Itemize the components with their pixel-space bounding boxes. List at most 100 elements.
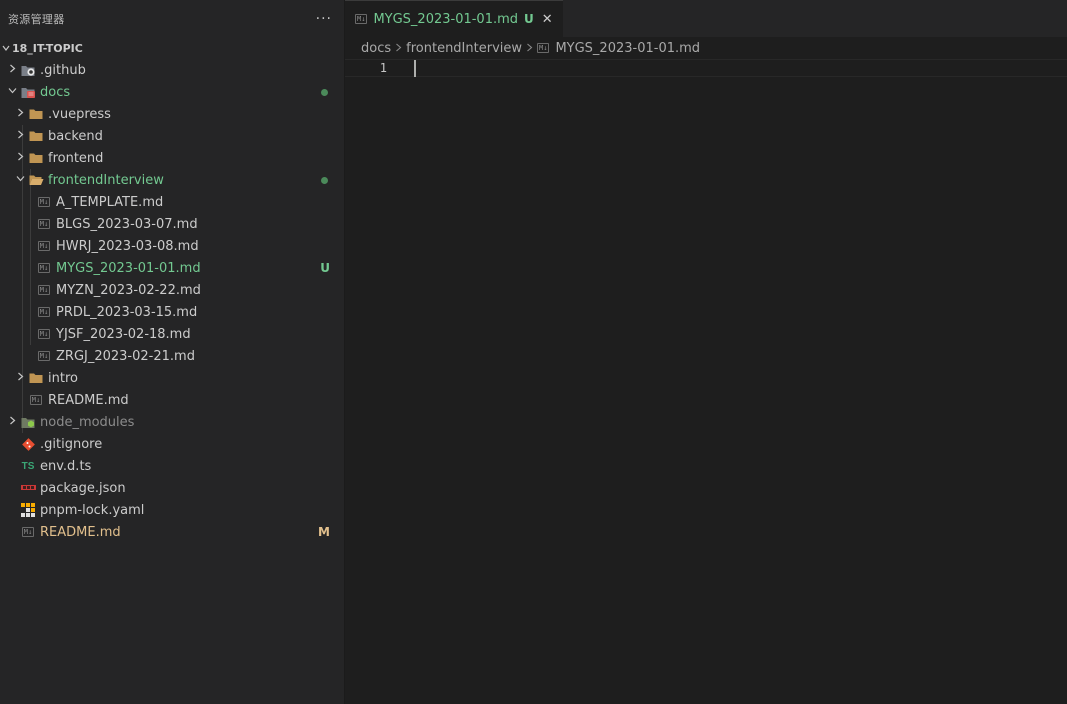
item-label: .vuepress: [48, 106, 111, 122]
git-icon: [20, 436, 36, 452]
node-folder-icon: [20, 414, 36, 430]
folder-icon: [28, 106, 44, 122]
item-label: .gitignore: [40, 436, 103, 452]
markdown-icon: M↓: [37, 307, 51, 317]
file-item[interactable]: M↓ BLGS_2023-03-07.md: [0, 213, 344, 235]
chevron-right-icon: [12, 152, 28, 164]
typescript-icon: TS: [21, 460, 35, 472]
git-status-badge: M: [318, 525, 330, 539]
markdown-icon: M↓: [37, 329, 51, 339]
item-label: ZRGJ_2023-02-21.md: [56, 348, 195, 364]
explorer-sidebar: 资源管理器 ··· 18_IT-TOPIC .github docs .vuepre…: [0, 0, 345, 704]
line-number: 1: [379, 61, 387, 75]
file-item[interactable]: M↓ ZRGJ_2023-02-21.md: [0, 345, 344, 367]
chevron-right-icon: [4, 416, 20, 428]
tab-bar: M↓ MYGS_2023-01-01.md U ✕: [345, 0, 1067, 37]
item-label: A_TEMPLATE.md: [56, 194, 164, 210]
file-item[interactable]: package.json: [0, 477, 344, 499]
folder-item[interactable]: node_modules: [0, 411, 344, 433]
markdown-icon: M↓: [21, 527, 35, 537]
item-label: backend: [48, 128, 103, 144]
file-item[interactable]: M↓ MYGS_2023-01-01.md U: [0, 257, 344, 279]
markdown-icon: M↓: [37, 285, 51, 295]
item-label: README.md: [48, 392, 129, 408]
chevron-down-icon: [4, 86, 20, 98]
chevron-right-icon: [395, 42, 402, 55]
file-item[interactable]: M↓ YJSF_2023-02-18.md: [0, 323, 344, 345]
editor-area: M↓ MYGS_2023-01-01.md U ✕ docs frontendI…: [345, 0, 1067, 704]
item-label: frontend: [48, 150, 104, 166]
item-label: HWRJ_2023-03-08.md: [56, 238, 199, 254]
folder-item[interactable]: backend: [0, 125, 344, 147]
git-status-badge: U: [320, 261, 330, 275]
markdown-icon: M↓: [355, 14, 368, 24]
file-item[interactable]: M↓ A_TEMPLATE.md: [0, 191, 344, 213]
item-label: intro: [48, 370, 78, 386]
docs-folder-icon: [20, 84, 36, 100]
chevron-down-icon: [2, 42, 12, 55]
file-item[interactable]: M↓ README.md M: [0, 521, 344, 543]
github-folder-icon: [20, 62, 36, 78]
file-item[interactable]: TS env.d.ts: [0, 455, 344, 477]
chevron-right-icon: [4, 64, 20, 76]
breadcrumb-docs[interactable]: docs: [361, 41, 391, 56]
chevron-right-icon: [12, 372, 28, 384]
folder-item[interactable]: frontendInterview: [0, 169, 344, 191]
item-label: YJSF_2023-02-18.md: [56, 326, 191, 342]
item-label: package.json: [40, 480, 126, 496]
tab-label: MYGS_2023-01-01.md: [373, 11, 519, 27]
markdown-icon: M↓: [37, 197, 51, 207]
item-label: MYZN_2023-02-22.md: [56, 282, 201, 298]
item-label: MYGS_2023-01-01.md: [56, 260, 201, 276]
markdown-icon: M↓: [537, 43, 550, 53]
file-item[interactable]: .gitignore: [0, 433, 344, 455]
item-label: BLGS_2023-03-07.md: [56, 216, 198, 232]
markdown-icon: M↓: [29, 395, 43, 405]
code-editor[interactable]: 1: [345, 59, 1067, 659]
current-line[interactable]: 1: [345, 59, 1067, 77]
explorer-title: 资源管理器: [8, 12, 65, 26]
item-label: README.md: [40, 524, 121, 540]
markdown-icon: M↓: [37, 241, 51, 251]
workspace-root[interactable]: 18_IT-TOPIC: [0, 37, 344, 59]
markdown-icon: M↓: [37, 219, 51, 229]
markdown-icon: M↓: [37, 263, 51, 273]
workspace-root-label: 18_IT-TOPIC: [12, 41, 83, 55]
item-label: frontendInterview: [48, 172, 164, 188]
folder-item[interactable]: .github: [0, 59, 344, 81]
folder-item[interactable]: docs: [0, 81, 344, 103]
file-item[interactable]: M↓ PRDL_2023-03-15.md: [0, 301, 344, 323]
text-cursor: [414, 60, 416, 77]
chevron-right-icon: [526, 42, 533, 55]
modified-dot: [321, 88, 328, 96]
folder-icon: [28, 370, 44, 386]
chevron-right-icon: [12, 130, 28, 142]
file-item[interactable]: pnpm-lock.yaml: [0, 499, 344, 521]
close-icon[interactable]: ✕: [542, 12, 553, 27]
folder-item[interactable]: intro: [0, 367, 344, 389]
folder-icon: [28, 150, 44, 166]
file-item[interactable]: M↓ HWRJ_2023-03-08.md: [0, 235, 344, 257]
tab-mygs-md[interactable]: M↓ MYGS_2023-01-01.md U ✕: [345, 0, 563, 37]
folder-item[interactable]: .vuepress: [0, 103, 344, 125]
item-label: .github: [40, 62, 86, 78]
file-item[interactable]: M↓ MYZN_2023-02-22.md: [0, 279, 344, 301]
breadcrumb-file[interactable]: MYGS_2023-01-01.md: [555, 41, 700, 56]
item-label: docs: [40, 84, 71, 100]
item-label: PRDL_2023-03-15.md: [56, 304, 198, 320]
breadcrumb: docs frontendInterview M↓ MYGS_2023-01-0…: [345, 37, 1067, 59]
folder-item[interactable]: frontend: [0, 147, 344, 169]
npm-icon: [20, 480, 36, 496]
more-actions-icon[interactable]: ···: [316, 11, 332, 27]
item-label: node_modules: [40, 414, 135, 430]
file-tree: .github docs .vuepress backend frontend front…: [0, 59, 344, 543]
explorer-header: 资源管理器 ···: [0, 0, 344, 37]
chevron-down-icon: [12, 174, 28, 186]
file-item[interactable]: M↓ README.md: [0, 389, 344, 411]
pnpm-icon: [20, 502, 36, 518]
modified-dot: [321, 176, 328, 184]
tab-untracked-badge: U: [524, 12, 534, 26]
folder-open-icon: [28, 172, 44, 188]
chevron-right-icon: [12, 108, 28, 120]
breadcrumb-frontendinterview[interactable]: frontendInterview: [406, 41, 522, 56]
